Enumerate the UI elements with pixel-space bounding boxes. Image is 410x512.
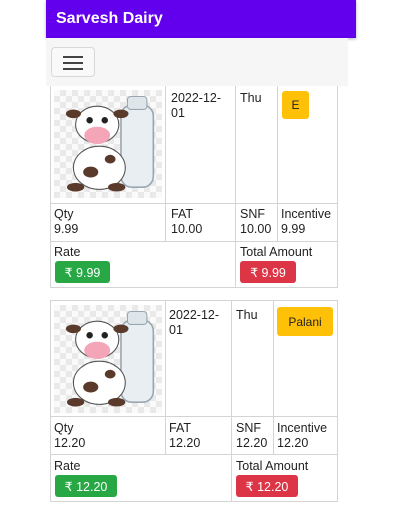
cow-milk-bottle-icon [54, 305, 162, 413]
record-day: Thu [236, 308, 258, 322]
collection-record-card[interactable]: 2022-12- 01 Thu Palani Qty 12.20 FAT 12.… [50, 300, 338, 502]
hamburger-menu-icon [63, 56, 83, 58]
fat-field: FAT 12.20 [169, 421, 201, 450]
snf-field: SNF 10.00 [240, 207, 272, 236]
snf-field: SNF 12.20 [236, 421, 268, 450]
qty-field: Qty 9.99 [54, 207, 79, 236]
rate-label: Rate [54, 459, 81, 473]
total-amount-label: Total Amount [240, 245, 313, 259]
record-date: 2022-12- 01 [171, 91, 222, 120]
fat-field: FAT 10.00 [171, 207, 203, 236]
total-amount-label: Total Amount [236, 459, 309, 473]
incentive-field: Incentive 12.20 [277, 421, 328, 450]
app-title: Sarvesh Dairy [56, 10, 163, 27]
rate-value: ₹ 9.99 [55, 261, 110, 283]
rate-value: ₹ 12.20 [55, 475, 117, 497]
rate-label: Rate [54, 245, 81, 259]
record-day: Thu [240, 91, 262, 105]
app-bar: Sarvesh Dairy [46, 0, 356, 38]
record-date: 2022-12- 01 [169, 308, 220, 337]
hamburger-menu-button[interactable] [51, 47, 95, 77]
total-amount-value: ₹ 9.99 [240, 261, 296, 283]
collection-record-card[interactable]: 2022-12- 01 Thu E Qty 9.99 FAT 10.00 SNF… [50, 86, 338, 288]
shift-badge[interactable]: Palani [277, 307, 333, 336]
qty-field: Qty 12.20 [54, 421, 86, 450]
incentive-field: Incentive 9.99 [281, 207, 332, 236]
cow-milk-bottle-icon [54, 90, 162, 198]
toolbar [46, 38, 348, 86]
total-amount-value: ₹ 12.20 [236, 475, 298, 497]
shift-badge[interactable]: E [282, 91, 309, 119]
